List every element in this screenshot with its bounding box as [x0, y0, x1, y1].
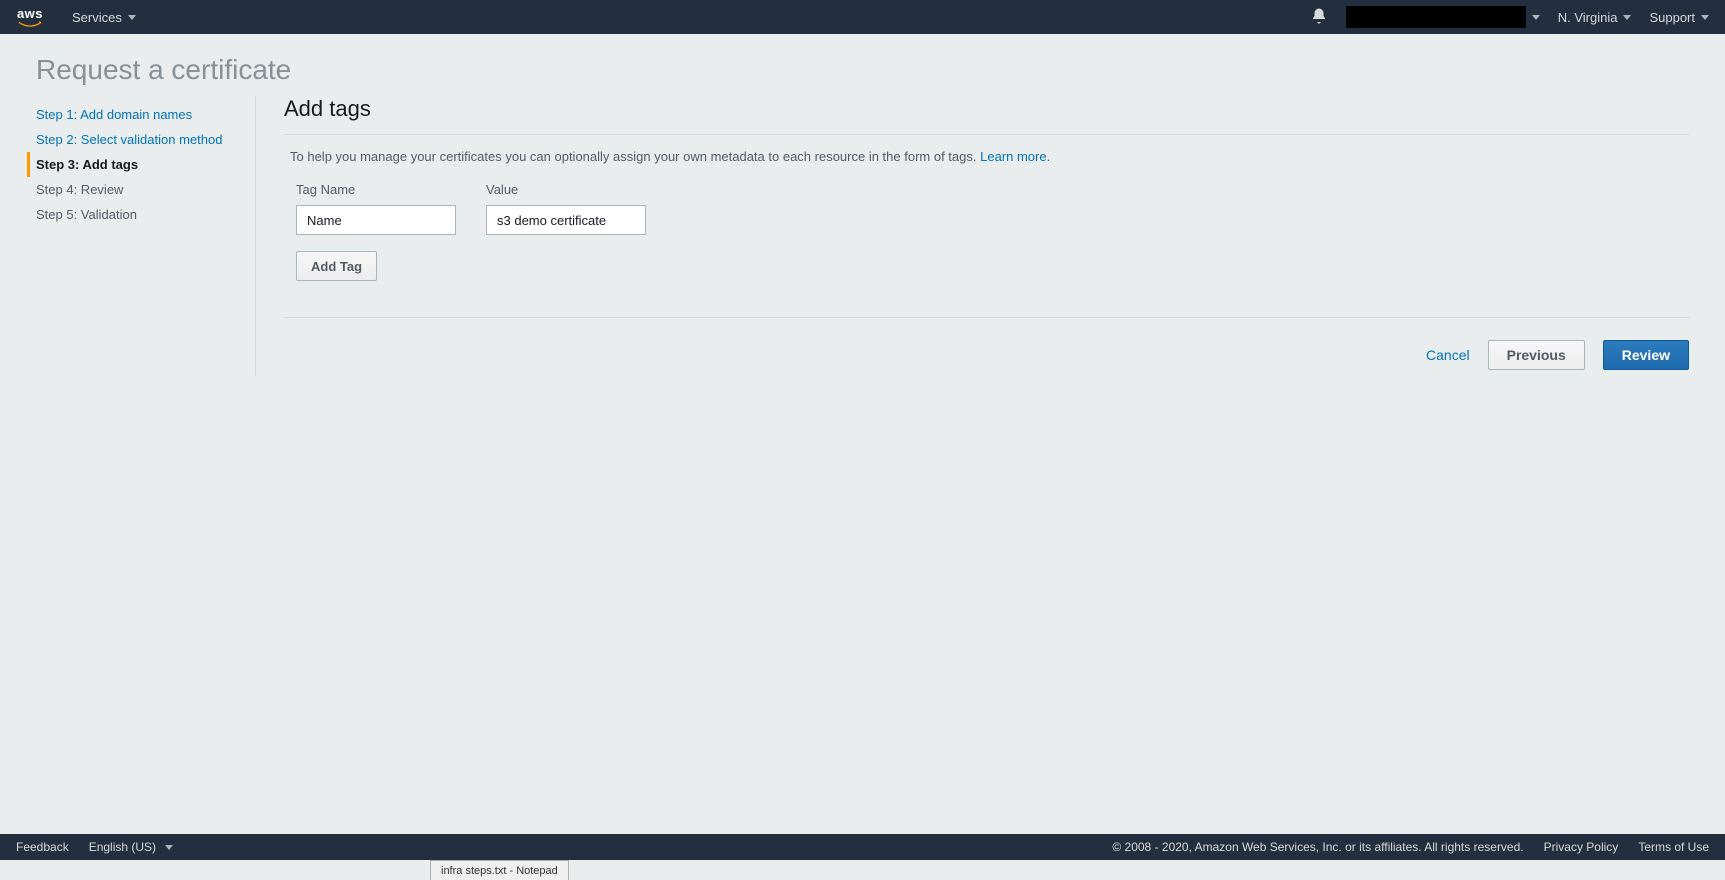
sidebar-step-5: Step 5: Validation	[36, 202, 255, 227]
support-label: Support	[1649, 10, 1695, 25]
previous-button[interactable]: Previous	[1488, 340, 1585, 370]
notifications-icon[interactable]	[1310, 7, 1328, 28]
review-button[interactable]: Review	[1603, 340, 1689, 370]
services-menu[interactable]: Services	[72, 10, 136, 25]
add-tag-button[interactable]: Add Tag	[296, 251, 377, 281]
learn-more-link[interactable]: Learn more.	[980, 149, 1050, 164]
cancel-link[interactable]: Cancel	[1426, 347, 1470, 363]
account-menu[interactable]	[1346, 6, 1540, 28]
sidebar-step-3[interactable]: Step 3: Add tags	[27, 152, 255, 177]
aws-logo[interactable]: aws	[16, 7, 44, 28]
tag-name-input[interactable]	[296, 205, 456, 235]
section-title: Add tags	[284, 96, 1689, 135]
support-menu[interactable]: Support	[1649, 10, 1709, 25]
tag-row	[296, 205, 1689, 235]
wizard-sidebar: Step 1: Add domain names Step 2: Select …	[36, 96, 256, 376]
sidebar-step-4: Step 4: Review	[36, 177, 255, 202]
page-content: Request a certificate Step 1: Add domain…	[0, 34, 1725, 396]
tag-name-header: Tag Name	[296, 182, 456, 197]
language-label: English (US)	[89, 840, 156, 854]
sidebar-step-2[interactable]: Step 2: Select validation method	[36, 127, 255, 152]
taskbar-notepad-tab[interactable]: infra steps.txt - Notepad	[430, 860, 569, 880]
description-text: To help you manage your certificates you…	[290, 149, 980, 164]
page-title: Request a certificate	[36, 54, 1689, 86]
caret-down-icon	[1701, 15, 1709, 20]
feedback-link[interactable]: Feedback	[16, 840, 69, 854]
wizard-actions: Cancel Previous Review	[284, 317, 1689, 370]
caret-down-icon	[1532, 15, 1540, 20]
services-label: Services	[72, 10, 122, 25]
section-description: To help you manage your certificates you…	[284, 135, 1689, 182]
main-panel: Add tags To help you manage your certifi…	[256, 96, 1689, 376]
top-nav: aws Services N. Virginia Support	[0, 0, 1725, 34]
account-name-redacted	[1346, 6, 1526, 28]
aws-swoosh-icon	[16, 20, 44, 28]
sidebar-step-1[interactable]: Step 1: Add domain names	[36, 102, 255, 127]
tag-value-input[interactable]	[486, 205, 646, 235]
privacy-link[interactable]: Privacy Policy	[1544, 840, 1619, 854]
terms-link[interactable]: Terms of Use	[1638, 840, 1709, 854]
copyright-text: © 2008 - 2020, Amazon Web Services, Inc.…	[1112, 840, 1523, 854]
caret-down-icon	[1623, 15, 1631, 20]
caret-down-icon	[128, 15, 136, 20]
caret-down-icon	[165, 845, 173, 850]
region-label: N. Virginia	[1558, 10, 1618, 25]
region-menu[interactable]: N. Virginia	[1558, 10, 1632, 25]
footer: Feedback English (US) © 2008 - 2020, Ama…	[0, 834, 1725, 860]
tag-value-header: Value	[486, 182, 518, 197]
language-selector[interactable]: English (US)	[89, 840, 174, 854]
